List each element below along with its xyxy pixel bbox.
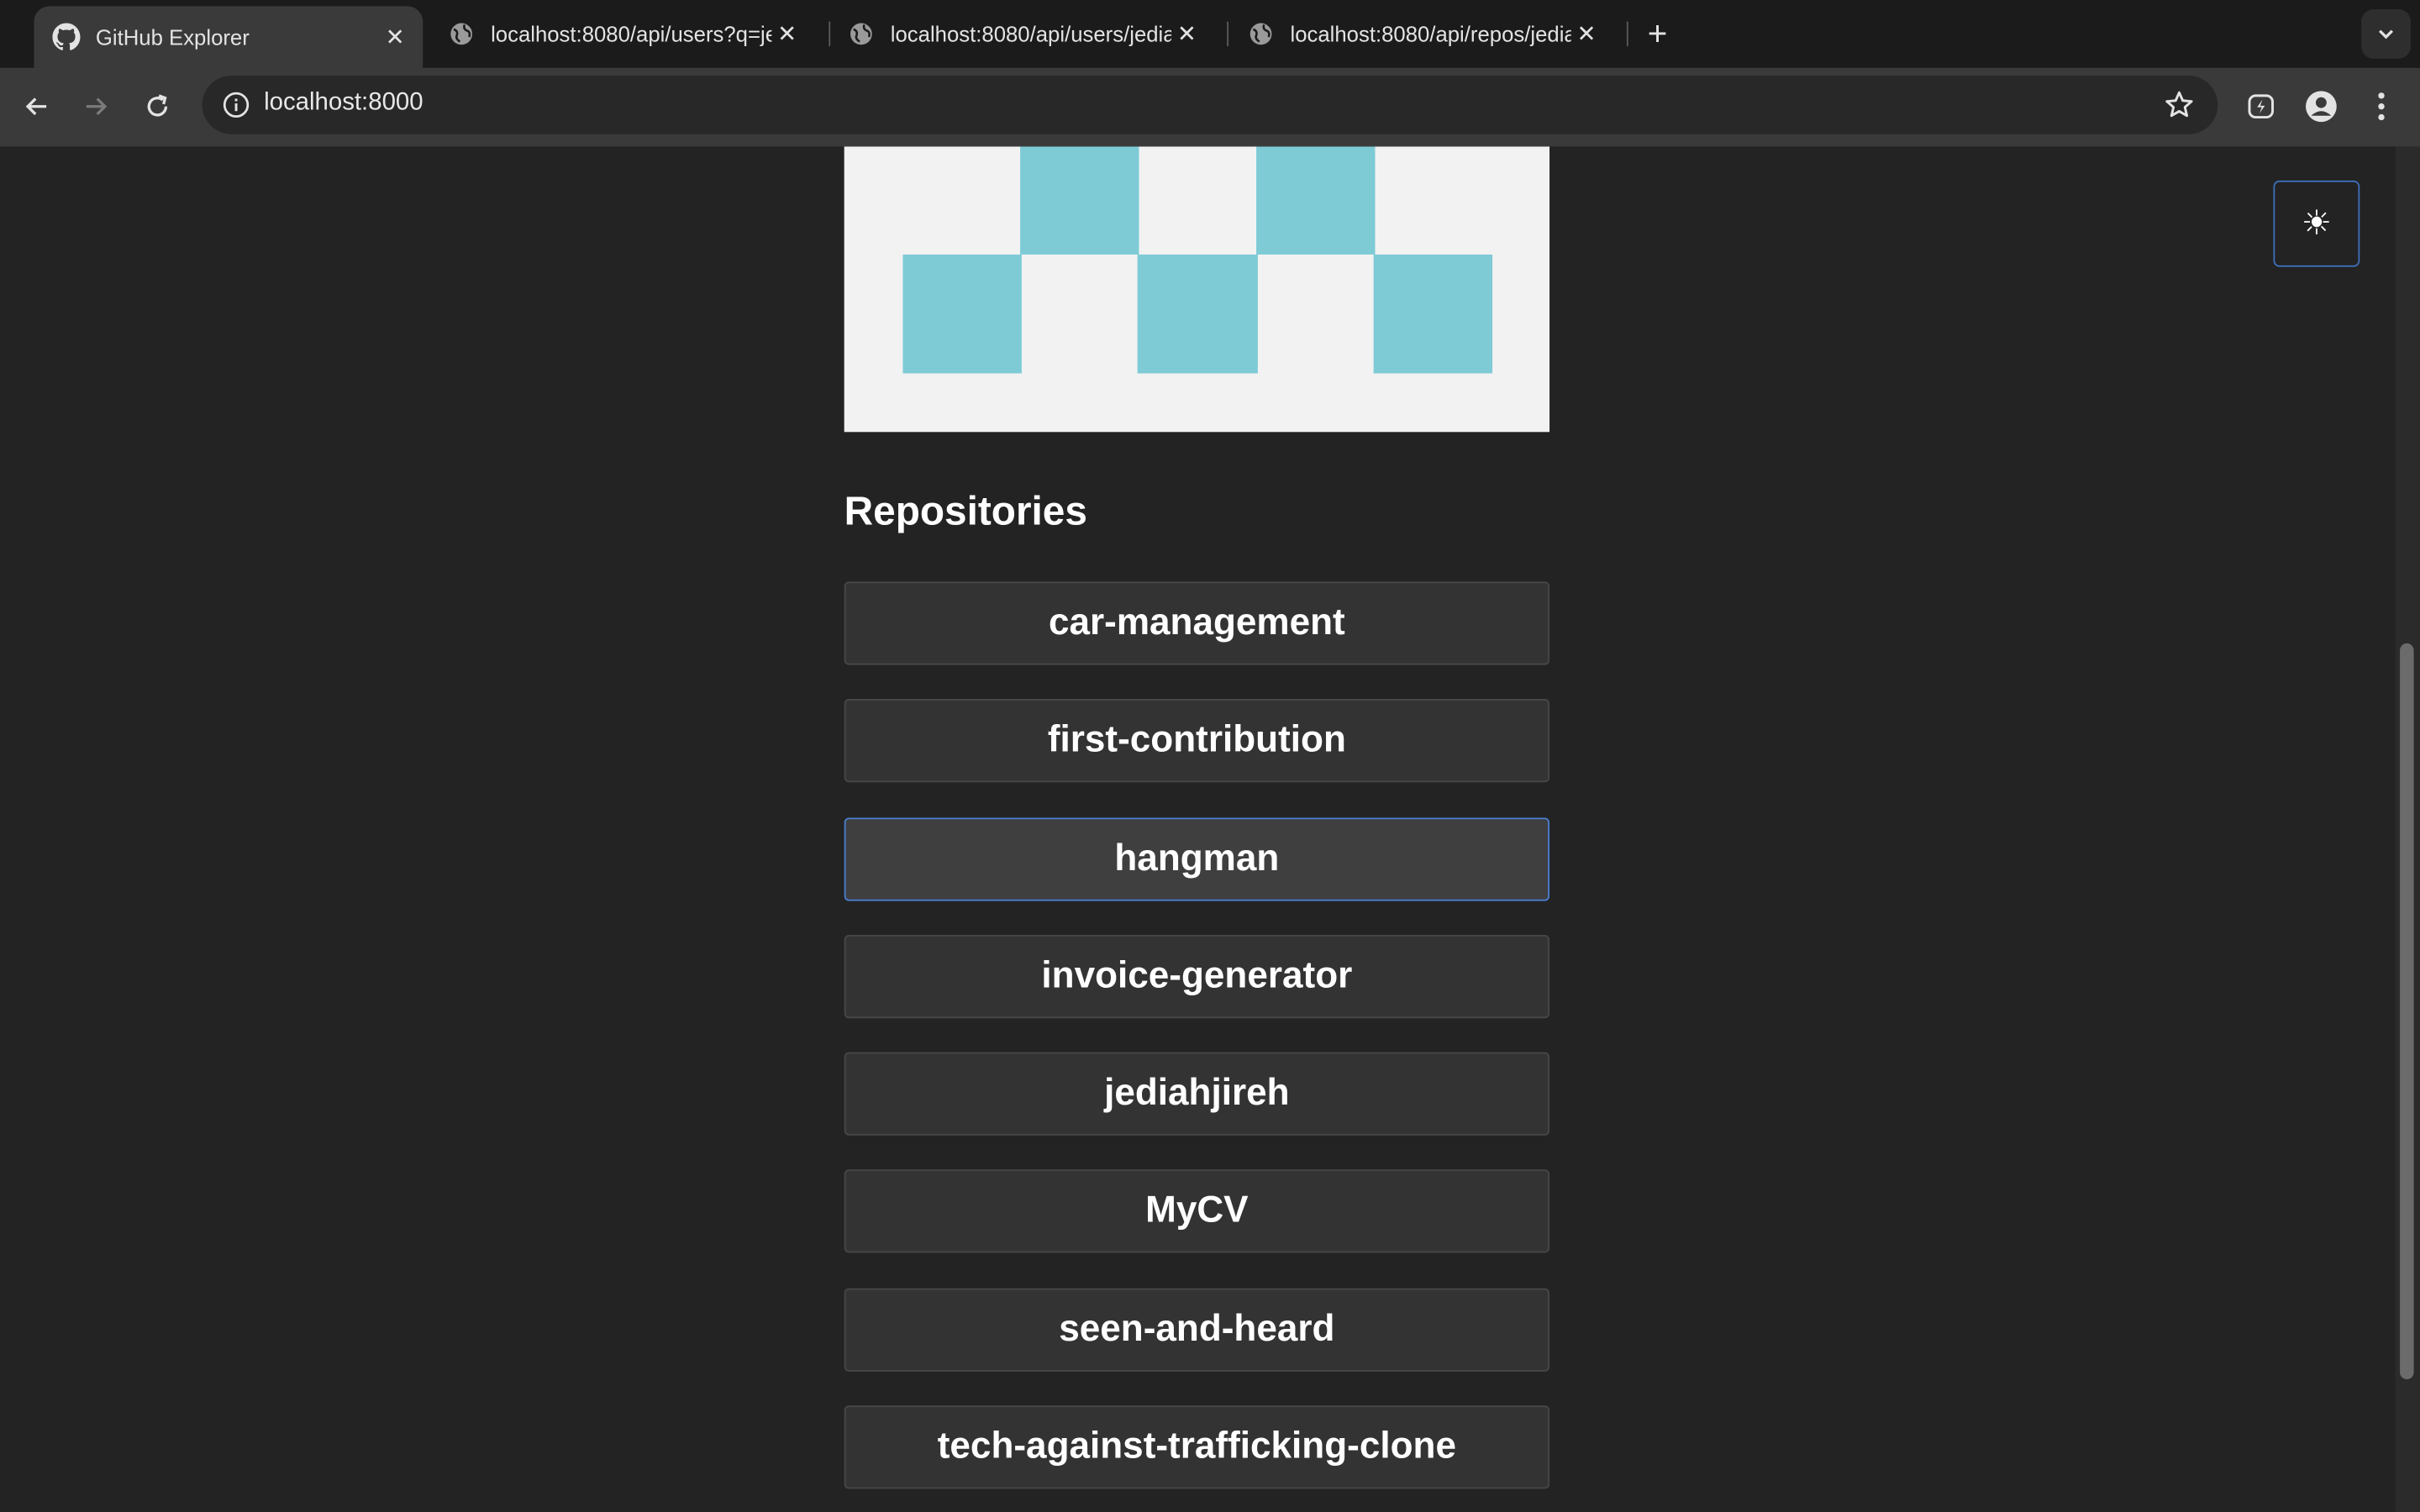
sun-icon: ☀ [2301,203,2332,243]
extension-button[interactable] [2238,83,2284,129]
globe-icon [847,20,875,48]
tab-title: GitHub Explorer [95,24,250,50]
close-icon[interactable]: ✕ [1171,18,1202,50]
identicon-block [1020,146,1139,255]
forward-button[interactable] [72,83,118,129]
repo-button-first-contribution[interactable]: first-contribution [844,699,1550,783]
repo-button-seen-and-heard[interactable]: seen-and-heard [844,1288,1550,1372]
globe-icon [1247,20,1275,48]
arrow-left-icon [25,97,47,116]
identicon-block [1373,255,1493,374]
back-button[interactable] [14,83,60,129]
profile-icon [2306,91,2337,123]
more-vert-icon [2378,92,2385,121]
theme-toggle-button[interactable]: ☀ [2273,180,2360,267]
repo-button-mycv[interactable]: MyCV [844,1169,1550,1253]
browser-toolbar: localhost:8000 [0,67,2420,147]
identicon-block [1137,255,1258,374]
reload-button[interactable] [134,83,181,129]
tab-search-button[interactable] [2361,9,2411,59]
user-avatar-identicon [844,146,1550,433]
tab-api-repos-jedia[interactable]: localhost:8080/api/repos/jedia ✕ [1228,0,1614,68]
scrollbar-thumb[interactable] [2400,643,2414,1380]
tab-github-explorer[interactable]: GitHub Explorer ✕ [34,6,424,68]
extension-icon [2248,94,2275,119]
repo-button-car-management[interactable]: car-management [844,581,1550,665]
tab-api-users-jedia[interactable]: localhost:8080/api/users/jedia ✕ [829,0,1214,68]
close-icon[interactable]: ✕ [1571,18,1602,50]
chevron-down-icon [2379,29,2394,39]
tab-separator [1626,21,1628,47]
identicon-block [902,255,1022,374]
repositories-heading: Repositories [844,487,1087,534]
identicon-block [1256,146,1376,255]
repo-button-tech-against-trafficking-clone[interactable]: tech-against-trafficking-clone [844,1405,1550,1489]
profile-button[interactable] [2298,83,2344,129]
menu-button[interactable] [2358,83,2404,129]
github-icon [52,23,81,51]
tab-title: localhost:8080/api/users?q=je [491,21,772,47]
globe-icon [448,20,476,48]
close-icon[interactable]: ✕ [380,22,411,53]
tab-api-users-search[interactable]: localhost:8080/api/users?q=je ✕ [429,0,815,68]
url-text[interactable]: localhost:8000 [264,90,424,118]
page-content: Repositories car-management first-contri… [0,146,2420,1512]
reload-icon [147,94,168,117]
tab-strip: GitHub Explorer ✕ localhost:8080/api/use… [0,0,2420,68]
tab-title: localhost:8080/api/repos/jedia [1290,21,1571,47]
repo-button-invoice-generator[interactable]: invoice-generator [844,935,1550,1019]
repo-button-jediahjireh[interactable]: jediahjireh [844,1052,1550,1136]
info-icon[interactable] [214,83,257,126]
tab-title: localhost:8080/api/users/jedia [890,21,1172,47]
repo-button-hangman[interactable]: hangman [844,817,1550,901]
address-bar[interactable]: localhost:8000 [202,75,2218,134]
close-icon[interactable]: ✕ [771,18,802,50]
arrow-right-icon [86,97,108,116]
page-scrollbar[interactable] [2395,146,2420,1512]
new-tab-button[interactable]: + [1636,13,1679,55]
star-icon[interactable] [2162,88,2196,122]
